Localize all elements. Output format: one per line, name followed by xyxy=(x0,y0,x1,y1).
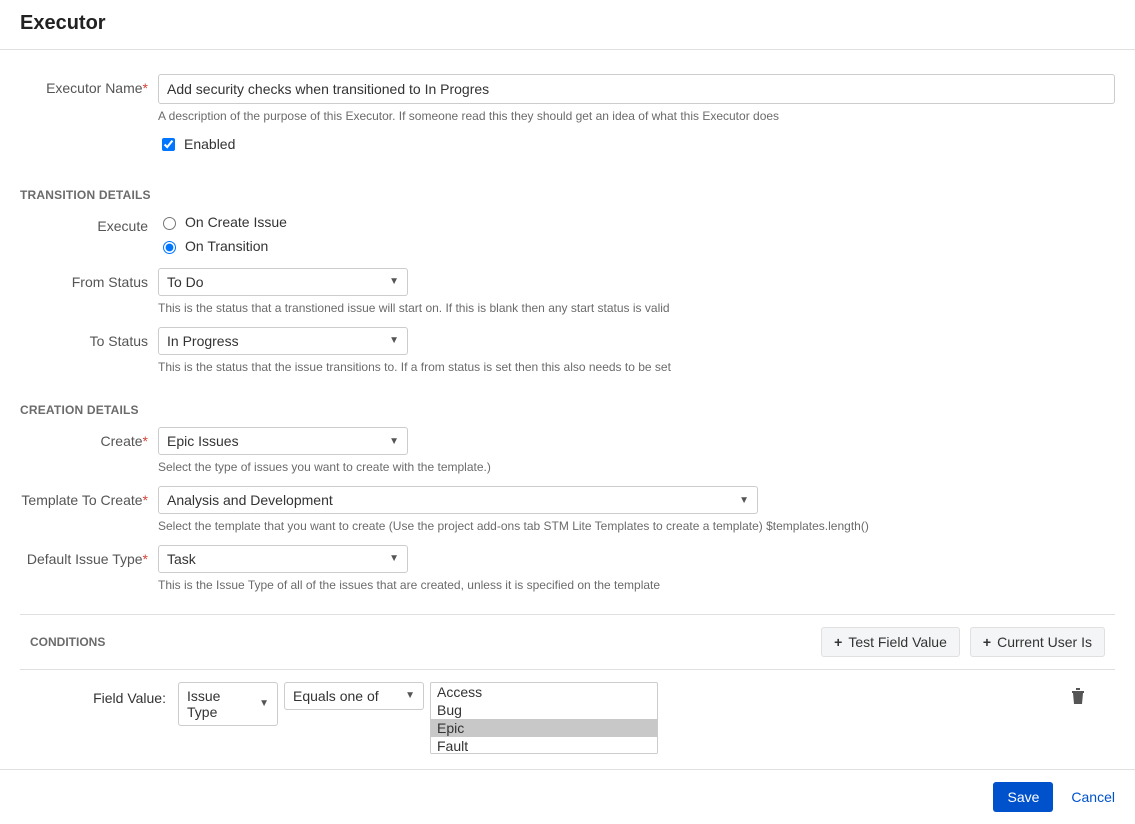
field-value-label: Field Value: xyxy=(20,682,178,706)
listbox-option[interactable]: Access xyxy=(431,683,657,701)
template-label: Template To Create* xyxy=(20,486,158,508)
plus-icon: + xyxy=(834,635,842,649)
chevron-down-icon: ▼ xyxy=(405,690,415,701)
execute-label: Execute xyxy=(20,212,158,234)
field-select[interactable]: Issue Type ▼ xyxy=(178,682,278,726)
required-marker: * xyxy=(143,551,148,567)
required-marker: * xyxy=(143,492,148,508)
chevron-down-icon: ▼ xyxy=(389,335,399,346)
on-transition-label: On Transition xyxy=(185,238,268,254)
chevron-down-icon: ▼ xyxy=(389,276,399,287)
issue-type-label: Default Issue Type* xyxy=(20,545,158,567)
to-status-select[interactable]: In Progress ▼ xyxy=(158,327,408,355)
to-status-label: To Status xyxy=(20,327,158,349)
template-hint: Select the template that you want to cre… xyxy=(158,518,1115,535)
listbox-option[interactable]: Fault xyxy=(431,737,657,754)
current-user-is-button[interactable]: + Current User Is xyxy=(970,627,1105,657)
chevron-down-icon: ▼ xyxy=(389,436,399,447)
required-marker: * xyxy=(143,80,148,96)
on-create-radio[interactable] xyxy=(163,217,176,230)
chevron-down-icon: ▼ xyxy=(389,553,399,564)
required-marker: * xyxy=(143,433,148,449)
create-label: Create* xyxy=(20,427,158,449)
delete-condition-button[interactable] xyxy=(1071,682,1085,707)
template-select[interactable]: Analysis and Development ▼ xyxy=(158,486,758,514)
executor-name-label: Executor Name* xyxy=(20,74,158,96)
trash-icon xyxy=(1071,688,1085,704)
dialog-header: Executor xyxy=(0,0,1135,50)
to-status-hint: This is the status that the issue transi… xyxy=(158,359,1115,376)
create-hint: Select the type of issues you want to cr… xyxy=(158,459,1115,476)
executor-name-input[interactable] xyxy=(158,74,1115,104)
enabled-label: Enabled xyxy=(184,136,235,152)
on-create-label: On Create Issue xyxy=(185,214,287,230)
chevron-down-icon: ▼ xyxy=(739,495,749,506)
issue-type-select[interactable]: Task ▼ xyxy=(158,545,408,573)
operator-select[interactable]: Equals one of ▼ xyxy=(284,682,424,710)
from-status-label: From Status xyxy=(20,268,158,290)
transition-heading: TRANSITION DETAILS xyxy=(20,188,1115,202)
value-listbox[interactable]: AccessBugEpicFault xyxy=(430,682,658,754)
dialog-title: Executor xyxy=(20,12,1115,35)
from-status-hint: This is the status that a transtioned is… xyxy=(158,300,1115,317)
save-button[interactable]: Save xyxy=(993,782,1053,812)
listbox-option[interactable]: Bug xyxy=(431,701,657,719)
conditions-heading: CONDITIONS xyxy=(20,635,105,649)
on-transition-radio[interactable] xyxy=(163,241,176,254)
cancel-link[interactable]: Cancel xyxy=(1071,789,1115,805)
dialog-footer: Save Cancel xyxy=(0,769,1135,824)
enabled-checkbox[interactable] xyxy=(162,138,175,151)
executor-name-hint: A description of the purpose of this Exe… xyxy=(158,108,1115,125)
test-field-value-button[interactable]: + Test Field Value xyxy=(821,627,960,657)
listbox-option[interactable]: Epic xyxy=(431,719,657,737)
issue-type-hint: This is the Issue Type of all of the iss… xyxy=(158,577,1115,594)
plus-icon: + xyxy=(983,635,991,649)
dialog-body: Executor Name* A description of the purp… xyxy=(0,50,1135,769)
create-select[interactable]: Epic Issues ▼ xyxy=(158,427,408,455)
from-status-select[interactable]: To Do ▼ xyxy=(158,268,408,296)
chevron-down-icon: ▼ xyxy=(259,698,269,709)
creation-heading: CREATION DETAILS xyxy=(20,403,1115,417)
